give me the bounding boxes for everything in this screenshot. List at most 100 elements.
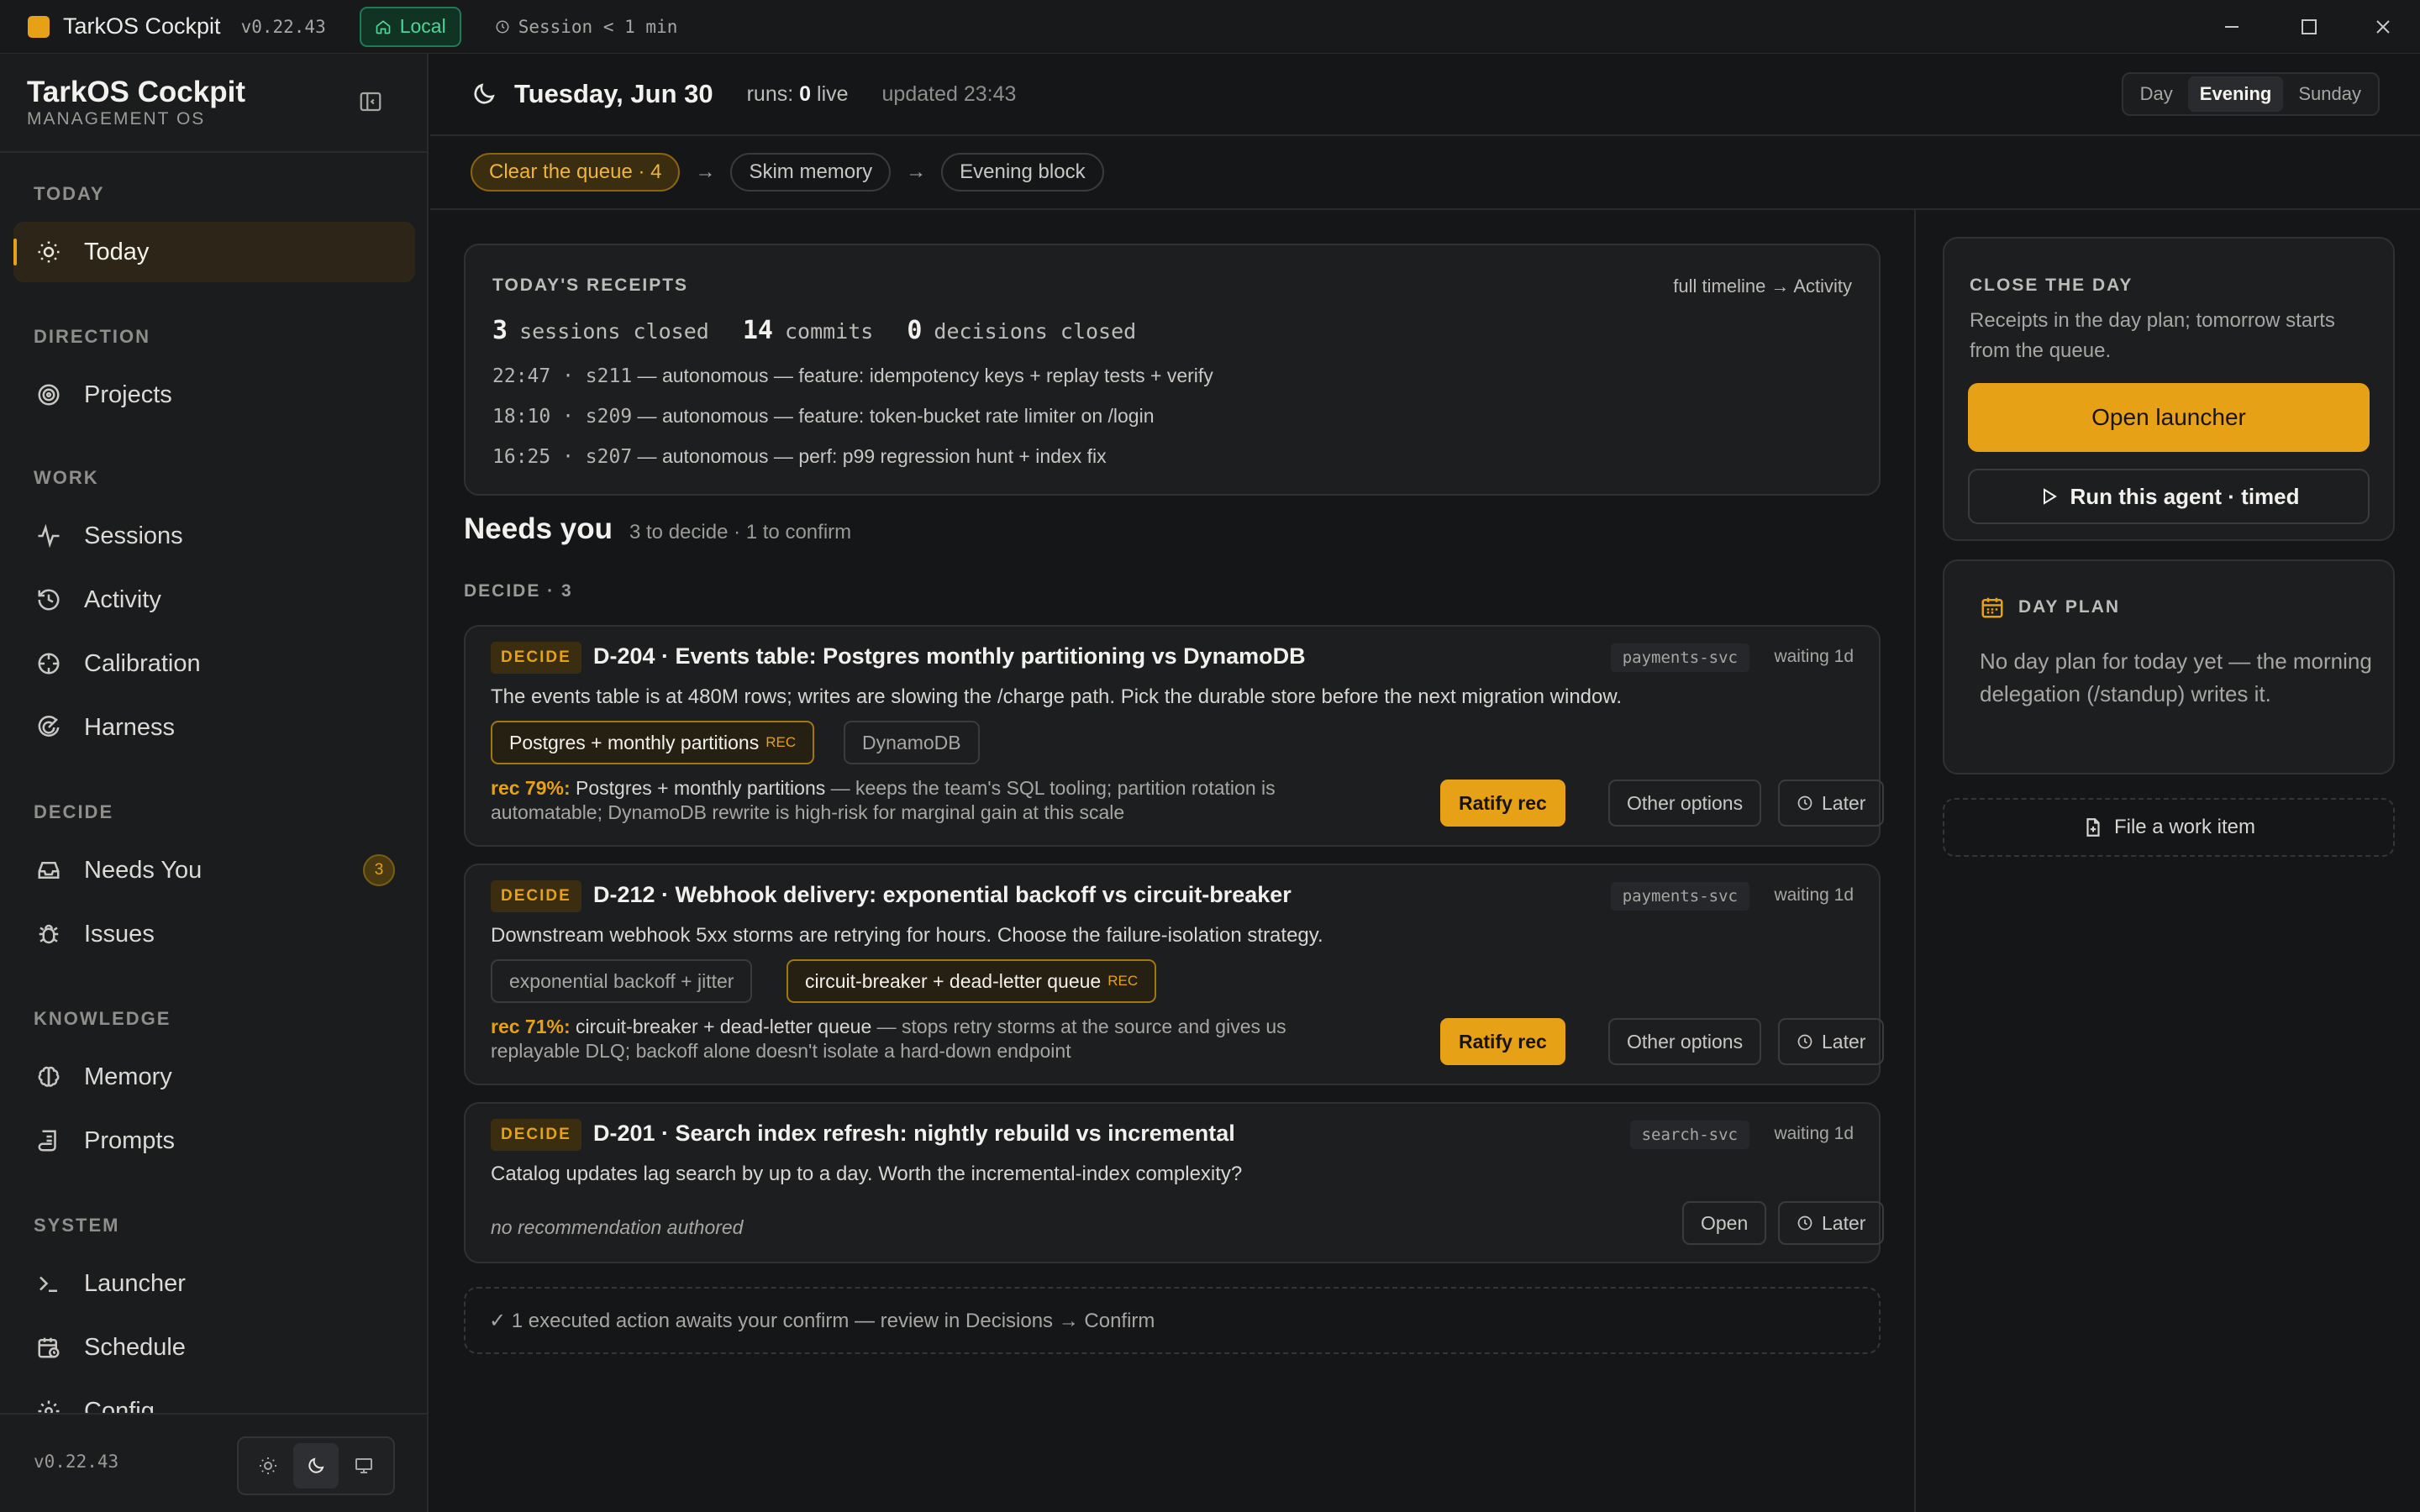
later-button[interactable]: Later bbox=[1778, 1201, 1885, 1245]
sidebar-item-projects[interactable]: Projects bbox=[13, 365, 415, 425]
page-date: Tuesday, Jun 30 bbox=[514, 79, 713, 108]
receipt-line[interactable]: 16:25 · s207 — autonomous — perf: p99 re… bbox=[492, 445, 1107, 468]
sidebar-item-label: Prompts bbox=[84, 1126, 175, 1154]
sidebar-footer: v0.22.43 bbox=[0, 1413, 427, 1512]
option[interactable]: DynamoDB bbox=[844, 721, 980, 764]
sidebar-item-schedule[interactable]: Schedule bbox=[13, 1317, 415, 1378]
system-theme-button[interactable] bbox=[341, 1443, 387, 1488]
full-timeline-link[interactable]: full timeline → Activity bbox=[1673, 276, 1852, 297]
ratify-rec-button[interactable]: Ratify rec bbox=[1440, 780, 1565, 827]
section-today: TODAY bbox=[34, 183, 105, 204]
app-logo-icon bbox=[28, 15, 50, 38]
other-options-button[interactable]: Other options bbox=[1608, 1018, 1762, 1065]
sidebar-item-activity[interactable]: Activity bbox=[13, 570, 415, 630]
window-app-name: TarkOS Cockpit bbox=[63, 13, 221, 39]
decide-tag: DECIDE bbox=[491, 642, 581, 674]
section-direction: DIRECTION bbox=[34, 326, 150, 347]
minimize-button[interactable] bbox=[2202, 0, 2262, 54]
pulse-icon bbox=[34, 521, 64, 551]
sidebar: TarkOS Cockpit MANAGEMENT OS TODAY Today… bbox=[0, 54, 429, 1512]
light-theme-button[interactable] bbox=[245, 1443, 291, 1488]
run-agent-button[interactable]: Run this agent · timed bbox=[1968, 469, 2370, 524]
maximize-button[interactable] bbox=[2279, 0, 2339, 54]
decision-title[interactable]: D-201 · Search index refresh: nightly re… bbox=[593, 1121, 1235, 1147]
sidebar-item-harness[interactable]: Harness bbox=[13, 697, 415, 758]
recommendation-text: rec 79%: Postgres + monthly partitions —… bbox=[491, 777, 1276, 823]
receipt-line[interactable]: 22:47 · s211 — autonomous — feature: ide… bbox=[492, 365, 1213, 387]
section-knowledge: KNOWLEDGE bbox=[34, 1008, 171, 1029]
brain-icon bbox=[34, 1062, 64, 1092]
sidebar-item-prompts[interactable]: Prompts bbox=[13, 1110, 415, 1171]
section-work: WORK bbox=[34, 467, 99, 488]
service-tag: search-svc bbox=[1629, 1121, 1749, 1149]
sidebar-item-config[interactable]: Config bbox=[13, 1381, 415, 1413]
collapse-sidebar-icon[interactable] bbox=[358, 89, 383, 114]
sidebar-item-needs-you[interactable]: Needs You 3 bbox=[13, 840, 415, 900]
stat-decisions: 0 decisions closed bbox=[907, 316, 1137, 345]
option-recommended[interactable]: circuit-breaker + dead-letter queue REC bbox=[786, 959, 1157, 1003]
sidebar-scroll-clip: Config bbox=[0, 1381, 427, 1413]
decision-description: Downstream webhook 5xx storms are retryi… bbox=[491, 924, 1323, 947]
sidebar-item-issues[interactable]: Issues bbox=[13, 904, 415, 964]
updated-time: updated 23:43 bbox=[881, 81, 1017, 106]
flow-step-skim-memory[interactable]: Skim memory bbox=[730, 153, 892, 192]
mode-evening[interactable]: Evening bbox=[2187, 76, 2284, 112]
right-panel: CLOSE THE DAY Receipts in the day plan; … bbox=[1914, 210, 2420, 1512]
flow-step-evening-block[interactable]: Evening block bbox=[941, 153, 1104, 192]
brand-subtitle: MANAGEMENT OS bbox=[27, 109, 206, 129]
scroll-icon bbox=[34, 1126, 64, 1156]
ratify-rec-button[interactable]: Ratify rec bbox=[1440, 1018, 1565, 1065]
gear-icon bbox=[34, 1396, 64, 1413]
mode-sunday[interactable]: Sunday bbox=[2286, 76, 2373, 112]
sidebar-item-label: Today bbox=[84, 238, 150, 265]
file-work-item-button[interactable]: File a work item bbox=[1943, 798, 2395, 857]
stat-sessions: 3 sessions closed bbox=[492, 316, 709, 345]
other-options-button[interactable]: Other options bbox=[1608, 780, 1762, 827]
confirm-notice[interactable]: ✓ 1 executed action awaits your confirm … bbox=[464, 1287, 1881, 1354]
sun-icon bbox=[34, 237, 64, 267]
open-launcher-button[interactable]: Open launcher bbox=[1968, 383, 2370, 452]
sidebar-item-today[interactable]: Today bbox=[13, 222, 415, 282]
sidebar-brand: TarkOS Cockpit MANAGEMENT OS bbox=[27, 76, 245, 129]
decision-card: DECIDE D-201 · Search index refresh: nig… bbox=[464, 1102, 1885, 1263]
decision-description: The events table is at 480M rows; writes… bbox=[491, 685, 1623, 708]
page-header: Tuesday, Jun 30 runs: 0 live updated 23:… bbox=[430, 54, 2420, 136]
mode-day[interactable]: Day bbox=[2128, 76, 2185, 112]
brand-title: TarkOS Cockpit bbox=[27, 76, 245, 108]
sidebar-item-memory[interactable]: Memory bbox=[13, 1047, 415, 1107]
needs-you-count-badge: 3 bbox=[363, 854, 395, 886]
flow-step-clear-queue[interactable]: Clear the queue · 4 bbox=[471, 153, 681, 192]
radar-icon bbox=[34, 712, 64, 743]
decision-title[interactable]: D-204 · Events table: Postgres monthly p… bbox=[593, 643, 1306, 669]
decision-card: DECIDE D-204 · Events table: Postgres mo… bbox=[464, 625, 1885, 847]
sidebar-item-label: Issues bbox=[84, 920, 155, 948]
open-button[interactable]: Open bbox=[1682, 1201, 1767, 1245]
decision-title[interactable]: D-212 · Webhook delivery: exponential ba… bbox=[593, 882, 1292, 908]
later-button[interactable]: Later bbox=[1778, 1018, 1885, 1065]
calendar-clock-icon bbox=[34, 1332, 64, 1362]
waiting-label: waiting 1d bbox=[1774, 647, 1854, 666]
terminal-icon bbox=[34, 1268, 64, 1299]
clock-icon bbox=[1797, 1033, 1813, 1050]
option-recommended[interactable]: Postgres + monthly partitions REC bbox=[491, 721, 815, 764]
sidebar-item-launcher[interactable]: Launcher bbox=[13, 1253, 415, 1314]
day-plan-description: No day plan for today yet — the morning … bbox=[1980, 648, 2372, 706]
sidebar-item-sessions[interactable]: Sessions bbox=[13, 506, 415, 566]
recommendation-text: rec 71%: circuit-breaker + dead-letter q… bbox=[491, 1016, 1286, 1062]
arrow-right-icon: → bbox=[695, 160, 716, 183]
environment-badge[interactable]: Local bbox=[359, 6, 461, 47]
window-version: v0.22.43 bbox=[240, 16, 326, 37]
sidebar-item-label: Sessions bbox=[84, 522, 183, 549]
option[interactable]: exponential backoff + jitter bbox=[491, 959, 753, 1003]
target-icon bbox=[34, 380, 64, 410]
dark-theme-button[interactable] bbox=[292, 1443, 339, 1488]
receipt-line[interactable]: 18:10 · s209 — autonomous — feature: tok… bbox=[492, 405, 1155, 428]
sidebar-item-label: Needs You bbox=[84, 856, 203, 884]
sidebar-item-label: Harness bbox=[84, 713, 175, 741]
play-icon bbox=[2039, 486, 2059, 507]
sidebar-item-label: Launcher bbox=[84, 1269, 186, 1297]
sidebar-item-calibration[interactable]: Calibration bbox=[13, 633, 415, 694]
later-button[interactable]: Later bbox=[1778, 780, 1885, 827]
no-recommendation-note: no recommendation authored bbox=[491, 1216, 744, 1238]
close-window-button[interactable] bbox=[2353, 0, 2413, 54]
